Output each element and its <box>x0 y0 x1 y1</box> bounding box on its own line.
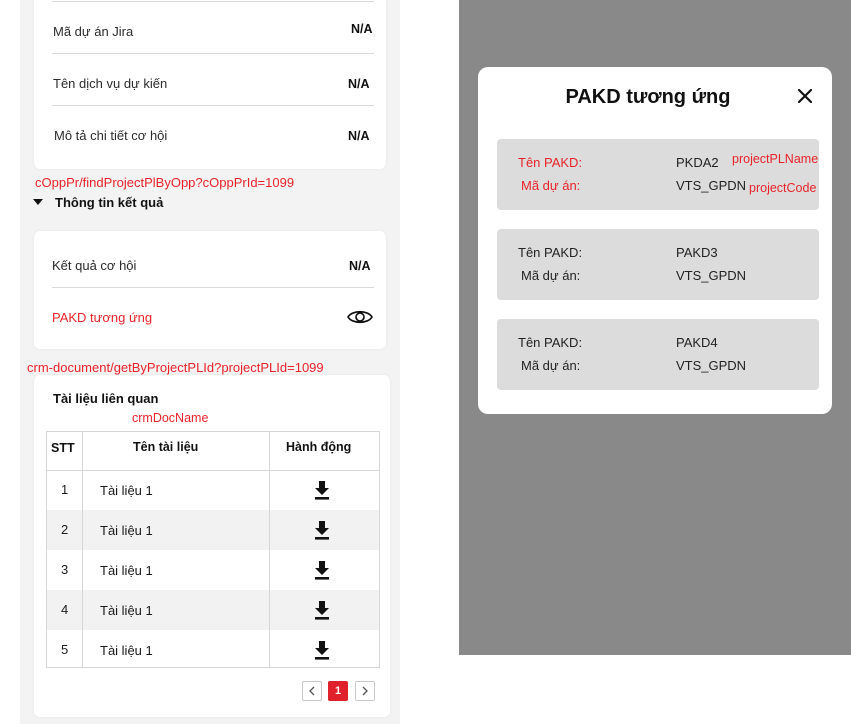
table-row: 5 Tài liệu 1 <box>47 630 379 670</box>
project-code-value: VTS_GPDN <box>676 358 747 373</box>
caret-down-icon[interactable] <box>33 199 43 205</box>
screen: Mã dự án Jira N/A Tên dịch vụ dự kiến N/… <box>0 0 851 724</box>
pakd-item-card[interactable] <box>497 139 819 210</box>
table-border <box>46 470 380 471</box>
row-document-name: Tài liệu 1 <box>100 483 153 498</box>
table-row: 4 Tài liệu 1 <box>47 590 379 630</box>
row-stt: 3 <box>61 562 69 577</box>
download-icon[interactable] <box>313 519 331 541</box>
pagination-next-button[interactable] <box>355 681 375 701</box>
row-document-name: Tài liệu 1 <box>100 603 153 618</box>
row-stt: 5 <box>61 642 69 657</box>
jira-project-label: Mã dự án Jira <box>53 24 134 39</box>
table-row: 2 Tài liệu 1 <box>47 510 379 550</box>
eye-icon[interactable] <box>346 306 374 328</box>
divider <box>52 53 374 54</box>
table-border <box>379 431 380 668</box>
pakd-name-value: PAKD3 <box>676 245 718 260</box>
table-border <box>46 431 380 432</box>
jira-project-value: N/A <box>351 22 373 36</box>
table-row: 3 Tài liệu 1 <box>47 550 379 590</box>
pakd-link[interactable]: PAKD tương ứng <box>52 310 152 325</box>
project-code-label: Mã dự án: <box>521 358 581 373</box>
doc-name-annotation: crmDocName <box>132 411 209 425</box>
column-header-action: Hành động <box>286 440 352 454</box>
pakd-name-label: Tên PAKD: <box>518 155 583 170</box>
table-border <box>46 431 47 668</box>
find-project-api-annotation: cOppPr/findProjectPlByOpp?cOppPrId=1099 <box>35 175 295 190</box>
row-stt: 4 <box>61 602 69 617</box>
download-icon[interactable] <box>313 599 331 621</box>
pakd-name-value: PKDA2 <box>676 155 719 170</box>
row-stt: 1 <box>61 482 69 497</box>
row-document-name: Tài liệu 1 <box>100 523 153 538</box>
result-card <box>34 231 386 349</box>
project-code-label: Mã dự án: <box>521 178 581 193</box>
project-code-annotation: projectCode <box>749 181 817 195</box>
opportunity-result-value: N/A <box>349 259 371 273</box>
modal-title: PAKD tương ứng <box>565 86 731 108</box>
opportunity-description-label: Mô tả chi tiết cơ hội <box>54 128 168 143</box>
table-border <box>82 431 83 668</box>
table-row: 1 Tài liệu 1 <box>47 470 379 510</box>
column-header-document-name: Tên tài liệu <box>133 440 199 454</box>
row-document-name: Tài liệu 1 <box>100 563 153 578</box>
documents-title: Tài liệu liên quan <box>53 391 159 406</box>
expected-service-value: N/A <box>348 77 370 91</box>
table-border <box>46 667 380 668</box>
pakd-item-card[interactable] <box>497 319 819 390</box>
pakd-item-card[interactable] <box>497 229 819 300</box>
expected-service-label: Tên dịch vụ dự kiến <box>53 76 168 91</box>
divider <box>52 287 374 288</box>
pagination-page-button[interactable]: 1 <box>328 681 348 701</box>
project-code-value: VTS_GPDN <box>676 178 747 193</box>
chevron-left-icon <box>309 686 315 696</box>
download-icon[interactable] <box>313 479 331 501</box>
pagination-prev-button[interactable] <box>302 681 322 701</box>
divider <box>52 105 374 106</box>
pakd-name-value: PAKD4 <box>676 335 718 350</box>
opportunity-result-label: Kết quả cơ hội <box>52 258 137 273</box>
document-api-annotation: crm-document/getByProjectPLId?projectPLI… <box>27 360 324 375</box>
table-border <box>269 431 270 668</box>
opportunity-description-value: N/A <box>348 129 370 143</box>
pakd-name-label: Tên PAKD: <box>518 245 583 260</box>
result-section-title[interactable]: Thông tin kết quả <box>55 195 163 210</box>
project-code-value: VTS_GPDN <box>676 268 747 283</box>
project-code-label: Mã dự án: <box>521 268 581 283</box>
chevron-right-icon <box>362 686 368 696</box>
download-icon[interactable] <box>313 639 331 661</box>
download-icon[interactable] <box>313 559 331 581</box>
row-stt: 2 <box>61 522 69 537</box>
pakd-name-label: Tên PAKD: <box>518 335 583 350</box>
row-document-name: Tài liệu 1 <box>100 643 153 658</box>
divider <box>52 1 374 2</box>
project-pl-name-annotation: projectPLName <box>732 152 819 166</box>
column-header-stt: STT <box>51 441 75 455</box>
close-icon[interactable] <box>795 86 815 106</box>
